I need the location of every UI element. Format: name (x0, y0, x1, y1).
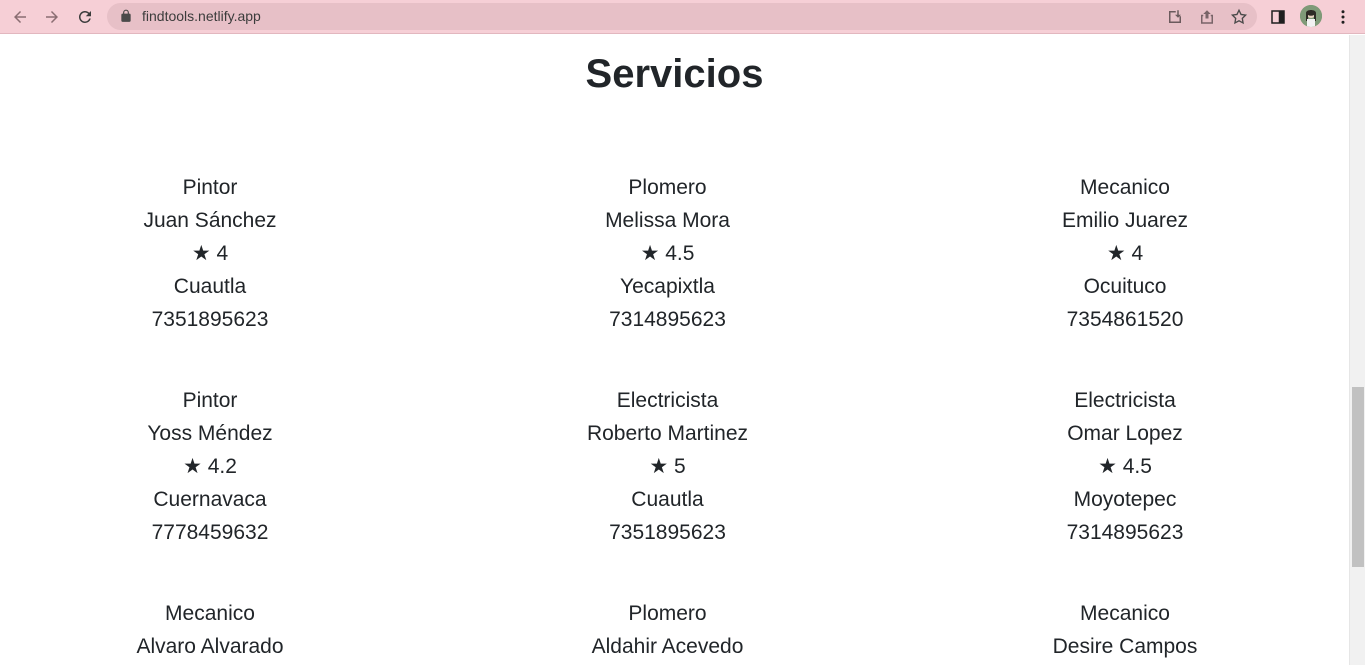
install-button[interactable] (1166, 8, 1184, 26)
profile-avatar-image (1300, 5, 1322, 27)
service-rating: ★ 4 (191, 242, 229, 265)
side-panel-button[interactable] (1267, 6, 1289, 28)
service-phone: 7351895623 (609, 521, 726, 544)
service-trade: Plomero (628, 176, 707, 199)
browser-toolbar: findtools.netlify.app (0, 0, 1365, 34)
service-phone: 7351895623 (151, 308, 269, 331)
scrollbar-thumb[interactable] (1352, 387, 1364, 567)
menu-button[interactable] (1332, 6, 1354, 28)
service-trade: Mecanico (1080, 176, 1170, 199)
bookmark-button[interactable] (1230, 8, 1248, 26)
service-provider-name: Juan Sánchez (143, 209, 277, 232)
install-icon (1169, 10, 1181, 23)
share-icon (1201, 10, 1213, 24)
service-card: Electricista Roberto Martinez ★ 5 Cuautl… (420, 384, 915, 549)
service-provider-name: Yoss Méndez (147, 422, 273, 445)
service-trade: Pintor (182, 389, 238, 412)
service-provider-name: Melissa Mora (605, 209, 730, 232)
service-city: Moyotepec (1073, 488, 1177, 511)
vertical-scrollbar[interactable] (1349, 35, 1365, 665)
service-provider-name: Emilio Juarez (1061, 209, 1189, 232)
service-provider-name: Aldahir Acevedo (591, 635, 744, 658)
service-trade: Electricista (616, 389, 719, 412)
service-city: Yecapixtla (620, 275, 715, 298)
side-panel-icon (1271, 10, 1285, 24)
services-grid: Pintor Juan Sánchez ★ 4 Cuautla 73518956… (0, 171, 1349, 663)
service-provider-name: Desire Campos (1052, 635, 1198, 658)
service-card: Electricista Omar Lopez ★ 4.5 Moyotepec … (915, 384, 1335, 549)
back-arrow-icon (14, 11, 26, 23)
back-button[interactable] (9, 6, 31, 28)
service-rating: ★ 4.2 (183, 455, 237, 478)
service-card: Mecanico Emilio Juarez ★ 4 Ocuituco 7354… (915, 171, 1335, 336)
forward-arrow-icon (46, 11, 58, 23)
address-bar[interactable]: findtools.netlify.app (107, 3, 1257, 30)
service-city: Cuautla (631, 488, 704, 511)
service-phone: 7314895623 (1066, 521, 1184, 544)
reload-icon (78, 10, 91, 23)
service-trade: Pintor (182, 176, 238, 199)
service-phone: 7778459632 (151, 521, 269, 544)
service-rating: ★ 4.5 (1098, 455, 1152, 478)
service-rating: ★ 5 (649, 455, 686, 478)
service-card: Pintor Yoss Méndez ★ 4.2 Cuernavaca 7778… (0, 384, 420, 549)
service-phone: 7314895623 (609, 308, 726, 331)
service-city: Ocuituco (1083, 275, 1167, 298)
service-card: Plomero Aldahir Acevedo (420, 597, 915, 663)
star-icon (1230, 8, 1248, 25)
service-rating: ★ 4 (1106, 242, 1144, 265)
service-trade: Mecanico (165, 602, 255, 625)
service-trade: Plomero (628, 602, 707, 625)
service-rating: ★ 4.5 (640, 242, 695, 265)
service-card: Plomero Melissa Mora ★ 4.5 Yecapixtla 73… (420, 171, 915, 336)
profile-avatar[interactable] (1300, 5, 1322, 27)
service-card: Pintor Juan Sánchez ★ 4 Cuautla 73518956… (0, 171, 420, 336)
page-viewport: Servicios Pintor Juan Sánchez ★ 4 Cuautl… (0, 35, 1349, 665)
url-text[interactable]: findtools.netlify.app (142, 8, 261, 25)
share-button[interactable] (1198, 8, 1216, 26)
reload-button[interactable] (74, 6, 96, 28)
service-city: Cuernavaca (153, 488, 267, 511)
kebab-menu-icon (1341, 10, 1345, 24)
service-city: Cuautla (173, 275, 247, 298)
forward-button[interactable] (41, 6, 63, 28)
page-title: Servicios (585, 52, 764, 96)
service-trade: Mecanico (1080, 602, 1170, 625)
service-trade: Electricista (1074, 389, 1176, 412)
lock-icon[interactable] (119, 9, 133, 23)
service-provider-name: Omar Lopez (1067, 422, 1183, 445)
service-card: Mecanico Desire Campos (915, 597, 1335, 663)
service-card: Mecanico Alvaro Alvarado (0, 597, 420, 663)
service-provider-name: Alvaro Alvarado (136, 635, 284, 658)
service-phone: 7354861520 (1066, 308, 1184, 331)
service-provider-name: Roberto Martinez (586, 422, 749, 445)
